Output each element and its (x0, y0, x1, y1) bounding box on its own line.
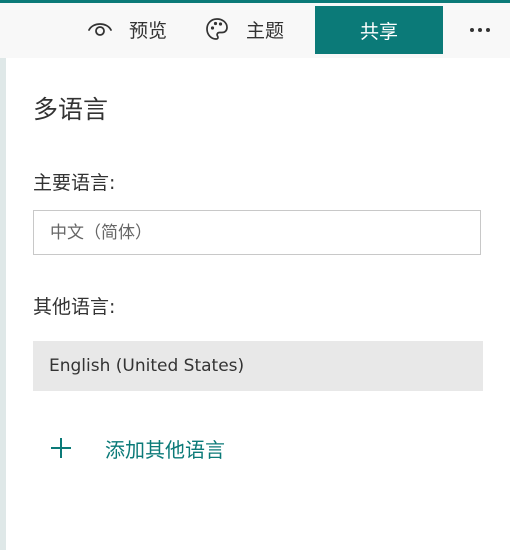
primary-language-label: 主要语言: (33, 172, 116, 194)
other-language-label: English (United States) (49, 356, 245, 376)
eye-icon (87, 16, 113, 42)
plus-icon (48, 435, 74, 461)
other-languages-label: 其他语言: (33, 296, 116, 318)
preview-label: 预览 (129, 19, 168, 42)
panel-title: 多语言 (33, 95, 109, 124)
theme-label: 主题 (246, 19, 285, 42)
primary-language-input[interactable] (33, 210, 481, 255)
palette-icon (204, 16, 230, 42)
other-language-item[interactable]: English (United States) (33, 341, 483, 391)
preview-button[interactable]: 预览 (87, 3, 167, 55)
multilanguage-panel: 多语言 主要语言: 其他语言: English (United States) … (6, 58, 510, 550)
top-toolbar: 预览 主题 共享 (0, 0, 510, 58)
more-options-icon[interactable] (462, 12, 498, 48)
add-language-button[interactable]: 添加其他语言 (48, 428, 225, 468)
share-button[interactable]: 共享 (315, 6, 443, 54)
theme-button[interactable]: 主题 (204, 3, 284, 55)
add-language-label: 添加其他语言 (105, 437, 225, 462)
